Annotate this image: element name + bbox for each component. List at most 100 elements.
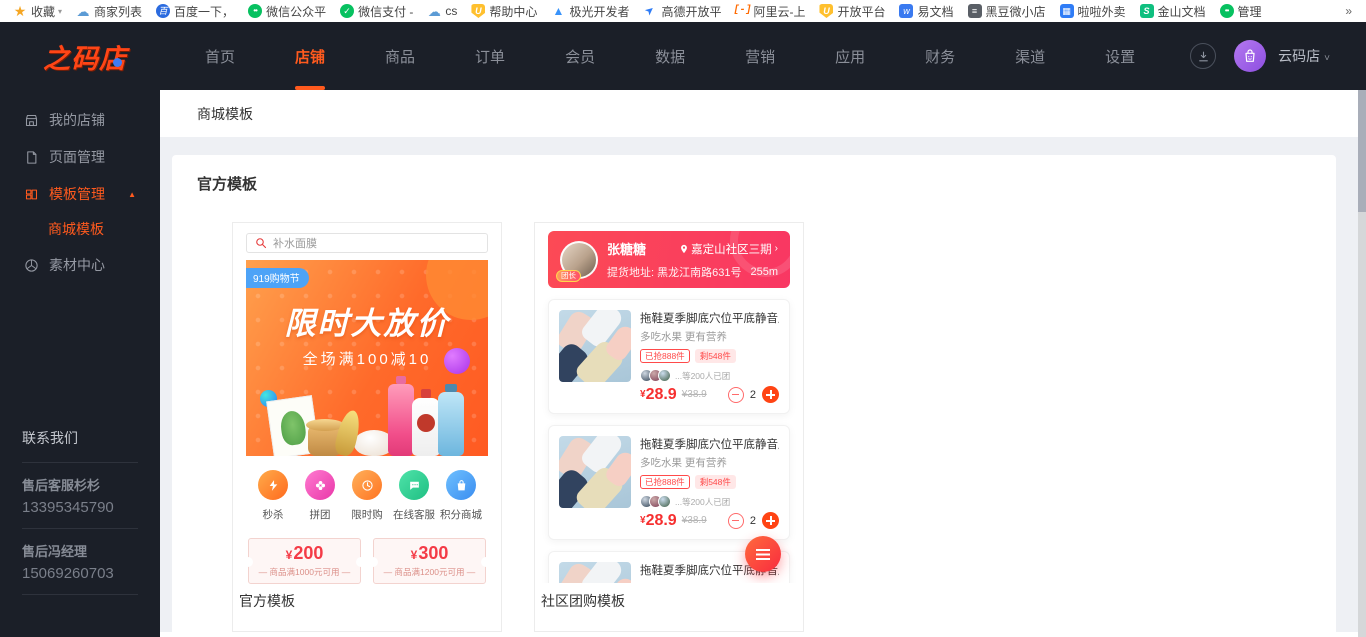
sidebar-item-material-center[interactable]: 素材中心: [0, 247, 160, 283]
product-card[interactable]: 拖鞋夏季脚底穴位平底静音居家 多吃水果 更有营养 已抢888件 剩548件 ..…: [548, 425, 790, 541]
bookmark-merchant-list[interactable]: ☁ 商家列表: [76, 3, 143, 20]
shield-icon: U: [471, 4, 486, 18]
logo-dot: [113, 57, 122, 67]
contact-name: 售后冯经理: [22, 544, 88, 559]
product-price: 28.9: [645, 385, 677, 403]
baidu-icon: 百: [156, 4, 171, 18]
feature-nav-row: 秒杀 拼团 限时购 在线客服 积分商城: [246, 456, 488, 522]
chevron-up-icon: ▲: [128, 189, 136, 199]
nav-settings[interactable]: 设置: [1090, 22, 1150, 90]
product-subtitle: 多吃水果 更有营养: [640, 581, 779, 583]
bookmark-amap[interactable]: ➤ 高德开放平: [643, 3, 722, 20]
aliyun-icon: [-]: [733, 5, 752, 16]
contact-panel: 联系我们 售后客服杉杉 13395345790 售后冯经理 1506926070…: [0, 428, 160, 595]
bookmark-heidou[interactable]: ≡ 黑豆微小店: [967, 3, 1046, 20]
nav-home[interactable]: 首页: [190, 22, 250, 90]
product-image-slippers: [559, 436, 631, 509]
feature-group-buy[interactable]: 拼团: [297, 470, 343, 522]
search-icon: [256, 238, 267, 249]
contact-title: 联系我们: [22, 430, 78, 446]
group-count-text: ...等200人已团: [675, 370, 731, 381]
main-nav: 首页 店铺 商品 订单 会员 数据 营销 应用 财务 渠道 设置: [190, 22, 1180, 90]
nav-data[interactable]: 数据: [640, 22, 700, 90]
nav-channels[interactable]: 渠道: [1000, 22, 1060, 90]
community-location[interactable]: 嘉定山社区三期 ›: [679, 241, 778, 257]
bookmark-aliyun[interactable]: [-] 阿里云-上: [733, 3, 805, 20]
nav-products[interactable]: 商品: [370, 22, 430, 90]
bookmark-lala[interactable]: ▦ 啦啦外卖: [1059, 3, 1126, 20]
bookmark-favorites[interactable]: ★ 收藏 ▾: [13, 3, 62, 20]
app-logo[interactable]: 之码店: [0, 37, 160, 76]
community-header: 团长 张糖糖 嘉定山社区三期 › 提货地址: 黑龙江南路631号 255m: [548, 231, 790, 288]
page-icon: [27, 150, 37, 164]
app-header: 之码店 首页 店铺 商品 订单 会员 数据 营销 应用 财务 渠道 设置 云码店…: [0, 22, 1366, 90]
feature-online-service[interactable]: 在线客服: [391, 470, 437, 522]
scrollbar-thumb[interactable]: [1358, 90, 1366, 212]
material-icon: [25, 258, 38, 272]
star-icon: ★: [13, 3, 27, 19]
account-avatar[interactable]: [1234, 40, 1267, 72]
coupon-300[interactable]: ¥300 — 商品满1200元可用 —: [368, 538, 491, 584]
official-template-card[interactable]: 补水面膜 919购物节 限时大放价 全场满100减10 秒杀 拼团 限时购 在线…: [232, 222, 502, 632]
feature-flash-sale[interactable]: 秒杀: [250, 470, 296, 522]
bookmark-cs[interactable]: ☁ cs: [427, 4, 458, 18]
product-card[interactable]: 拖鞋夏季脚底穴位平底静音居家 多吃水果 更有营养 已抢888件 剩548件 ..…: [548, 299, 790, 415]
quantity-decrease-button[interactable]: [727, 386, 744, 403]
kingsoft-icon: S: [1139, 4, 1154, 18]
download-button[interactable]: [1190, 43, 1217, 69]
wechat-icon: ••: [1219, 4, 1234, 18]
product-image-slippers: [559, 562, 631, 583]
clock-icon: [352, 470, 382, 500]
download-icon: [1198, 51, 1208, 61]
account-menu[interactable]: 云码店 ˅: [1278, 46, 1330, 66]
flash-sale-icon: [258, 470, 288, 500]
sidebar-subitem-mall-template[interactable]: 商城模板: [0, 212, 160, 246]
bookmark-wechat-pay[interactable]: ✓ 微信支付 -: [340, 3, 413, 20]
community-template-card[interactable]: 团长 张糖糖 嘉定山社区三期 › 提货地址: 黑龙江南路631号 255m 拖鞋…: [534, 222, 804, 632]
sold-count-tag: 已抢888件: [640, 475, 690, 490]
nav-marketing[interactable]: 营销: [730, 22, 790, 90]
contact-name: 售后客服杉杉: [22, 478, 101, 493]
list-icon: ≡: [967, 4, 982, 18]
location-pin-icon: [681, 244, 688, 253]
feature-points-mall[interactable]: 积分商城: [438, 470, 484, 522]
bookmark-admin[interactable]: •• 管理: [1219, 3, 1262, 20]
feature-timed-sale[interactable]: 限时购: [344, 470, 390, 522]
nav-members[interactable]: 会员: [550, 22, 610, 90]
template-name-label: 社区团购模板: [541, 593, 625, 609]
sidebar-item-my-store[interactable]: 我的店铺: [0, 102, 160, 138]
product-title: 拖鞋夏季脚底穴位平底静音居家: [640, 439, 779, 452]
bookmark-wechat-official[interactable]: •• 微信公众平: [248, 3, 326, 20]
quantity-value: 2: [749, 514, 756, 527]
nav-finance[interactable]: 财务: [910, 22, 970, 90]
bookmarks-overflow-button[interactable]: »: [1337, 4, 1360, 18]
quantity-increase-button[interactable]: [762, 512, 779, 530]
bookmark-help-center[interactable]: U 帮助中心: [471, 3, 537, 20]
bookmark-kingsoft-docs[interactable]: S 金山文档: [1139, 3, 1206, 20]
store-icon: [25, 114, 38, 126]
floating-menu-button[interactable]: [745, 536, 781, 572]
sidebar-item-template-management[interactable]: 模板管理 ▲: [0, 176, 160, 212]
quantity-increase-button[interactable]: [762, 386, 779, 404]
quantity-decrease-button[interactable]: [727, 512, 744, 529]
bookmark-baidu[interactable]: 百百度一下，: [156, 3, 234, 20]
cosmetics-products-image: [246, 364, 488, 456]
promo-banner: 919购物节 限时大放价 全场满100减10: [246, 260, 488, 456]
nav-apps[interactable]: 应用: [820, 22, 880, 90]
shop-bag-icon: [1245, 49, 1255, 62]
bookmark-open-platform[interactable]: U 开放平台: [819, 3, 885, 20]
product-title: 拖鞋夏季脚底穴位平底静音居家: [640, 313, 779, 325]
buyer-avatars: [640, 369, 671, 383]
nav-store[interactable]: 店铺: [280, 22, 340, 90]
nav-orders[interactable]: 订单: [460, 22, 520, 90]
community-preview: 团长 张糖糖 嘉定山社区三期 › 提货地址: 黑龙江南路631号 255m 拖鞋…: [535, 223, 803, 583]
bookmark-jiguang[interactable]: ▲ 极光开发者: [551, 3, 629, 20]
chevron-down-icon: ˅: [1324, 53, 1330, 64]
bookmark-yidoc[interactable]: w 易文档: [899, 3, 954, 20]
coupon-200[interactable]: ¥200 — 商品满1000元可用 —: [243, 538, 366, 584]
product-price: 28.9: [645, 511, 677, 529]
remaining-tag: 剩548件: [694, 349, 736, 364]
sidebar-item-page-management[interactable]: 页面管理: [0, 139, 160, 175]
product-image-slippers: [559, 310, 631, 382]
scrollbar[interactable]: [1358, 90, 1366, 637]
